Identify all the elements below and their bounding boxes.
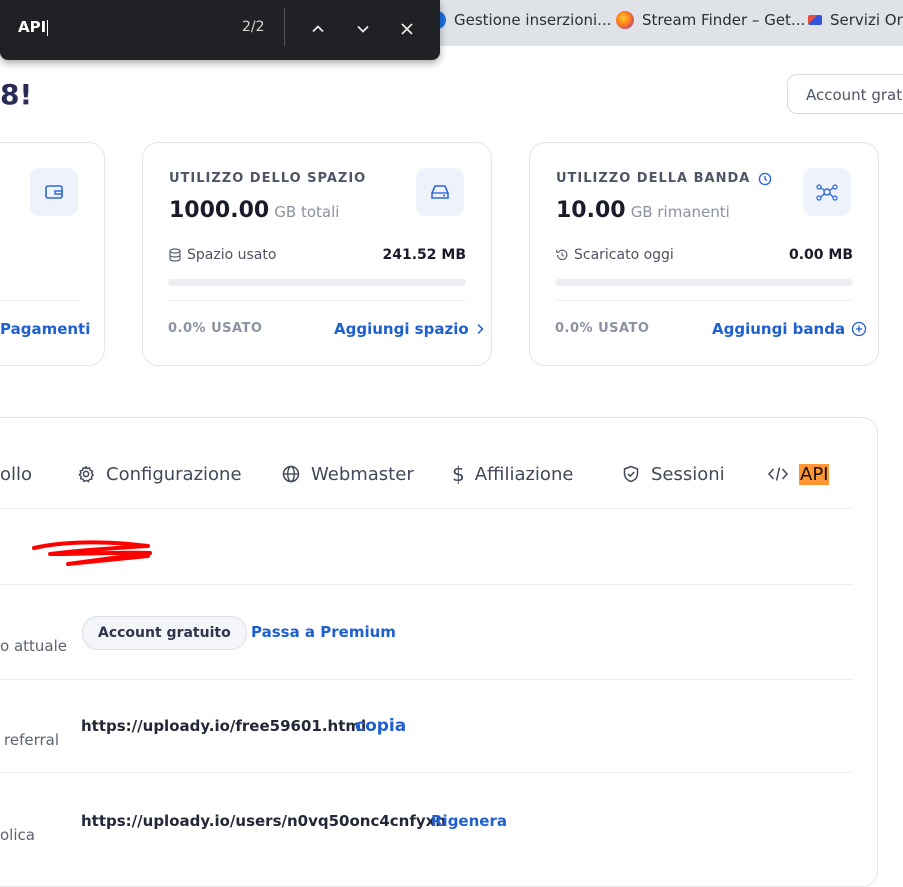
storage-amount: 1000.00 <box>169 198 270 223</box>
tab-label: Sessioni <box>651 463 725 485</box>
regenerate-link[interactable]: Rigenera <box>431 812 507 830</box>
text-caret <box>47 19 49 36</box>
globe-icon <box>282 465 300 483</box>
chevron-right-icon <box>477 323 484 335</box>
storage-progress-bar <box>168 279 466 286</box>
chevron-up-icon <box>312 25 324 33</box>
browser-tab-streamfinder[interactable]: Stream Finder – Get... <box>616 0 805 40</box>
tab-affiliazione[interactable]: $ Affiliazione <box>452 462 573 486</box>
gear-icon <box>78 465 94 483</box>
storage-used-row: Spazio usato <box>168 247 276 263</box>
redaction-scribble <box>32 540 152 566</box>
storage-used-percent: 0.0% USATO <box>168 321 263 336</box>
bandwidth-progress-bar <box>555 279 853 286</box>
add-storage-link[interactable]: Aggiungi spazio <box>334 320 485 338</box>
account-type-button[interactable]: Account grat <box>787 74 903 114</box>
storage-used-value: 241.52 MB <box>382 247 466 263</box>
bandwidth-downloaded-label: Scaricato oggi <box>574 247 674 263</box>
bandwidth-card-header: UTILIZZO DELLA BANDA <box>556 171 772 186</box>
copy-referral-link[interactable]: copia <box>355 716 406 736</box>
tab-label: Configurazione <box>106 463 242 485</box>
bandwidth-used-percent: 0.0% USATO <box>555 321 650 336</box>
browser-tab-label: Gestione inserzioni... <box>454 11 612 29</box>
find-input[interactable]: API <box>18 18 49 36</box>
public-profile-url: https://uploady.io/users/n0vq50onc4cnfyx… <box>81 812 447 830</box>
row-divider <box>0 679 853 680</box>
code-icon <box>767 467 789 481</box>
plan-badge: Account gratuito <box>82 616 247 650</box>
tab-label: Webmaster <box>311 463 414 485</box>
dollar-icon: $ <box>452 462 465 486</box>
tab-sessioni[interactable]: Sessioni <box>621 462 725 486</box>
bandwidth-downloaded-row: Scaricato oggi <box>555 247 674 263</box>
payments-link[interactable]: Pagamenti <box>0 320 90 338</box>
browser-tab-label: Servizi Onl <box>830 11 903 29</box>
add-bandwidth-label: Aggiungi banda <box>712 320 846 338</box>
service-favicon <box>808 15 822 25</box>
tab-controllo[interactable]: ollo <box>0 462 32 486</box>
plus-circle-icon <box>851 321 867 337</box>
close-icon <box>401 23 413 35</box>
tab-api[interactable]: API <box>767 462 830 486</box>
referral-label: referral <box>4 731 60 749</box>
chevron-down-icon <box>357 25 369 33</box>
browser-tab-label: Stream Finder – Get... <box>642 11 806 29</box>
bandwidth-total: 10.00 GB rimanenti <box>556 198 730 223</box>
find-close-button[interactable] <box>392 14 422 44</box>
bandwidth-card-title: UTILIZZO DELLA BANDA <box>556 171 751 186</box>
page-greeting: 8! <box>0 78 33 111</box>
tab-label: ollo <box>0 463 33 485</box>
bandwidth-amount: 10.00 <box>556 198 626 223</box>
storage-total: 1000.00 GB totali <box>169 198 339 223</box>
history-icon <box>556 249 568 261</box>
card-divider <box>0 300 80 301</box>
hard-drive-icon <box>416 168 464 216</box>
find-previous-button[interactable] <box>303 14 333 44</box>
find-match-count: 2/2 <box>242 19 265 35</box>
bandwidth-downloaded-value: 0.00 MB <box>788 247 853 263</box>
tab-label: Affiliazione <box>474 463 574 485</box>
card-divider <box>168 300 466 301</box>
upgrade-premium-link[interactable]: Passa a Premium <box>251 623 396 641</box>
plan-label: o attuale <box>0 637 67 655</box>
tab-webmaster[interactable]: Webmaster <box>281 462 414 486</box>
row-divider <box>0 584 853 585</box>
tab-label-highlighted: API <box>799 463 830 485</box>
storage-used-label: Spazio usato <box>187 247 277 263</box>
browser-tab-servizi[interactable]: Servizi Onl <box>808 0 903 40</box>
firefox-favicon <box>616 11 634 29</box>
storage-unit: GB totali <box>274 203 340 221</box>
card-divider <box>555 300 853 301</box>
tab-underline-rule <box>0 508 853 509</box>
public-profile-label: olica <box>0 826 35 844</box>
referral-url: https://uploady.io/free59601.html <box>81 717 367 735</box>
storage-card-title: UTILIZZO DELLO SPAZIO <box>169 171 367 186</box>
bandwidth-unit: GB rimanenti <box>630 203 730 221</box>
browser-tab-ads[interactable]: Gestione inserzioni... <box>436 0 611 40</box>
find-bar-divider <box>284 8 285 46</box>
wallet-icon <box>30 168 78 216</box>
find-next-button[interactable] <box>348 14 378 44</box>
shield-icon <box>623 465 639 483</box>
tab-configurazione[interactable]: Configurazione <box>76 462 242 486</box>
clock-icon[interactable] <box>758 172 772 186</box>
add-storage-label: Aggiungi spazio <box>334 320 469 338</box>
network-nodes-icon <box>803 168 851 216</box>
database-icon <box>169 248 181 262</box>
row-divider <box>0 772 853 773</box>
add-bandwidth-link[interactable]: Aggiungi banda <box>712 320 867 338</box>
